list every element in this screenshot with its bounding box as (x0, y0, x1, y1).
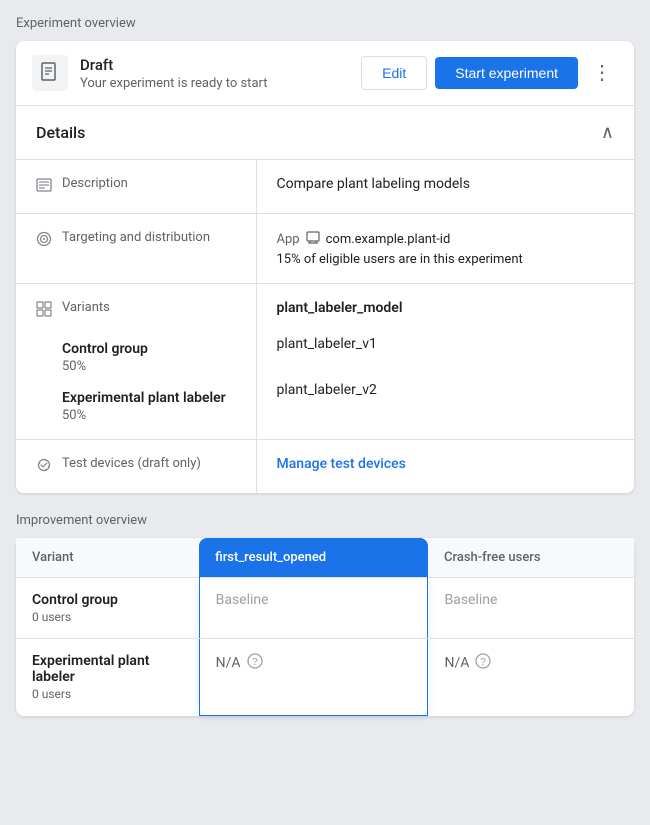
start-experiment-button[interactable]: Start experiment (435, 57, 578, 89)
manage-test-devices-link[interactable]: Manage test devices (277, 456, 406, 472)
experimental-row-sublabel: 0 users (32, 687, 183, 701)
help-icon-metric[interactable]: ? (247, 653, 263, 673)
col-header-crash: Crash-free users (428, 538, 634, 578)
test-devices-label-cell: Test devices (draft only) (16, 440, 256, 494)
details-title: Details (36, 123, 85, 142)
app-label: App (277, 232, 300, 247)
control-row-sublabel: 0 users (32, 610, 183, 624)
test-devices-icon (36, 457, 52, 477)
variant-group-control: Control group 50% (62, 341, 236, 374)
experimental-variant-cell: Experimental plant labeler 0 users (16, 639, 199, 716)
targeting-icon (36, 231, 52, 251)
experimental-metric-value: N/A (216, 655, 241, 671)
more-options-button[interactable]: ⋮ (586, 59, 618, 87)
experimental-row-label: Experimental plant labeler (32, 653, 183, 685)
improvement-table: Variant first_result_opened Crash-free u… (16, 538, 634, 716)
description-row: Description Compare plant labeling model… (16, 160, 634, 214)
draft-title: Draft (80, 56, 361, 74)
model-header: plant_labeler_model (277, 300, 615, 316)
edit-button[interactable]: Edit (361, 56, 427, 90)
targeting-label-cell: Targeting and distribution (16, 214, 256, 284)
col-header-variant: Variant (16, 538, 199, 578)
experimental-group-name: Experimental plant labeler (62, 390, 236, 406)
draft-actions: Edit Start experiment ⋮ (361, 56, 618, 90)
experimental-crash-na: N/A ? (444, 653, 618, 673)
draft-icon (32, 55, 68, 91)
targeting-row: Targeting and distribution App (16, 214, 634, 284)
description-value: Compare plant labeling models (256, 160, 634, 214)
experimental-group-percent: 50% (62, 408, 236, 423)
table-row-experimental: Experimental plant labeler 0 users N/A ? (16, 639, 634, 716)
svg-text:?: ? (252, 657, 258, 668)
app-row: App com.example.plant-id (277, 230, 615, 248)
details-section: Details ∧ (16, 106, 634, 493)
draft-header: Draft Your experiment is ready to start … (16, 41, 634, 106)
experimental-metric-na: N/A ? (216, 653, 412, 673)
description-label: Description (62, 176, 128, 191)
variants-icon (36, 301, 52, 321)
control-variant-cell: Control group 0 users (16, 578, 199, 639)
variants-label-cell: Variants Control group 50% Experimental … (16, 284, 256, 440)
variants-label: Variants (62, 300, 110, 315)
variants-value-cell: plant_labeler_model plant_labeler_v1 pla… (256, 284, 634, 440)
variant-group-experimental: Experimental plant labeler 50% (62, 390, 236, 423)
targeting-value-cell: App com.example.plant-id (256, 214, 634, 284)
experiment-card: Draft Your experiment is ready to start … (16, 41, 634, 493)
col-header-metric: first_result_opened (199, 538, 428, 578)
variants-row: Variants Control group 50% Experimental … (16, 284, 634, 440)
test-devices-value-cell: Manage test devices (256, 440, 634, 494)
experiment-overview-title: Experiment overview (16, 16, 634, 31)
app-id: com.example.plant-id (326, 232, 451, 247)
control-group-name: Control group (62, 341, 236, 357)
control-metric-value: Baseline (216, 592, 269, 608)
details-table: Description Compare plant labeling model… (16, 160, 634, 493)
model-v2: plant_labeler_v2 (277, 382, 615, 398)
model-v1: plant_labeler_v1 (277, 336, 615, 352)
improvement-header-row: Variant first_result_opened Crash-free u… (16, 538, 634, 578)
control-row-label: Control group (32, 592, 183, 608)
targeting-label: Targeting and distribution (62, 230, 210, 245)
experimental-crash-cell: N/A ? (428, 639, 634, 716)
control-crash-cell: Baseline (428, 578, 634, 639)
experimental-metric-cell: N/A ? (199, 639, 428, 716)
control-group-percent: 50% (62, 359, 236, 374)
control-crash-value: Baseline (444, 592, 497, 608)
test-devices-row: Test devices (draft only) Manage test de… (16, 440, 634, 494)
collapse-icon[interactable]: ∧ (601, 122, 614, 143)
control-metric-cell: Baseline (199, 578, 428, 639)
targeting-percent: 15% of eligible users are in this experi… (277, 252, 615, 267)
improvement-card: Variant first_result_opened Crash-free u… (16, 538, 634, 716)
draft-text: Draft Your experiment is ready to start (80, 56, 361, 91)
app-icon (306, 230, 320, 248)
table-row-control: Control group 0 users Baseline Baseline (16, 578, 634, 639)
svg-text:?: ? (481, 657, 487, 668)
experimental-crash-value: N/A (444, 655, 469, 671)
description-icon (36, 177, 52, 197)
draft-subtitle: Your experiment is ready to start (80, 76, 361, 91)
details-header: Details ∧ (16, 106, 634, 160)
description-label-cell: Description (16, 160, 256, 214)
improvement-overview-title: Improvement overview (16, 513, 634, 528)
test-devices-label: Test devices (draft only) (62, 456, 201, 471)
help-icon-crash[interactable]: ? (475, 653, 491, 673)
